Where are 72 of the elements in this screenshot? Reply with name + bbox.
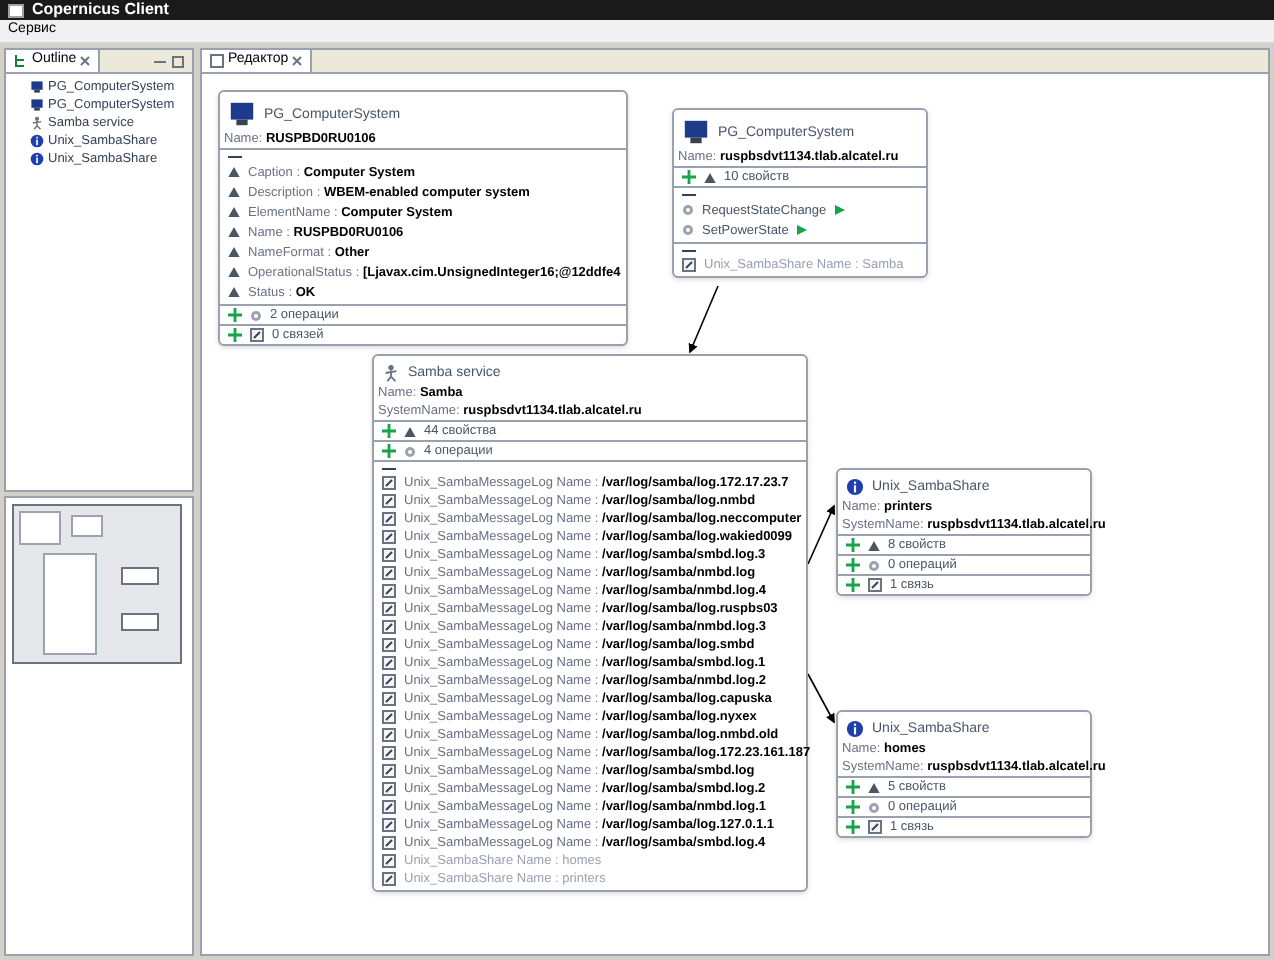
collapse-icon[interactable] (382, 465, 396, 471)
link-icon (382, 512, 396, 526)
link-icon (382, 656, 396, 670)
link-icon (382, 872, 396, 886)
figure-icon (30, 116, 44, 130)
play-icon[interactable] (796, 224, 809, 236)
link-icon (382, 602, 396, 616)
tree-icon (14, 54, 28, 68)
link-icon (382, 728, 396, 742)
computer-icon (682, 118, 710, 146)
connector-arrow[interactable] (807, 504, 836, 565)
computer-icon (30, 98, 44, 112)
link-icon (382, 638, 396, 652)
link-icon (382, 548, 396, 562)
link-icon (682, 258, 696, 272)
link-icon (382, 710, 396, 724)
expand-icon[interactable] (682, 170, 696, 184)
link-icon (382, 674, 396, 688)
expand-icon[interactable] (382, 424, 396, 438)
window-icon (8, 3, 24, 17)
expand-icon[interactable] (846, 820, 860, 834)
connector-arrow[interactable] (807, 673, 835, 724)
link-icon (382, 836, 396, 850)
expand-icon[interactable] (846, 780, 860, 794)
triangle-icon (868, 781, 880, 793)
expand-icon[interactable] (846, 800, 860, 814)
gear-icon (250, 309, 262, 321)
minimize-icon[interactable] (154, 55, 166, 67)
link-icon (382, 584, 396, 598)
collapse-icon[interactable] (682, 247, 696, 253)
window-title: Copernicus Client (32, 0, 169, 20)
link-icon (382, 566, 396, 580)
expand-icon[interactable] (228, 328, 242, 342)
link-icon (382, 494, 396, 508)
play-icon[interactable] (834, 204, 847, 216)
maximize-icon[interactable] (172, 55, 184, 67)
computer-icon (30, 80, 44, 94)
info-icon (846, 720, 864, 738)
triangle-icon (704, 171, 716, 183)
triangle-icon (404, 425, 416, 437)
connector-arrow[interactable] (688, 285, 719, 354)
computer-icon (228, 100, 256, 128)
collapse-icon[interactable] (228, 153, 242, 159)
document-icon (210, 54, 224, 68)
info-icon (846, 478, 864, 496)
expand-icon[interactable] (228, 308, 242, 322)
node-card[interactable] (218, 90, 628, 346)
info-icon (30, 152, 44, 166)
figure-icon (382, 364, 400, 382)
close-icon[interactable] (292, 56, 303, 66)
link-icon (382, 764, 396, 778)
link-icon (382, 782, 396, 796)
diagram-overview-drawing[interactable] (12, 504, 182, 664)
close-icon[interactable] (80, 56, 91, 66)
node-card[interactable] (372, 354, 808, 892)
triangle-icon (868, 539, 880, 551)
gear-icon (404, 445, 416, 457)
link-icon (382, 800, 396, 814)
link-icon (382, 854, 396, 868)
link-icon (382, 692, 396, 706)
expand-icon[interactable] (846, 558, 860, 572)
link-icon (382, 818, 396, 832)
expand-icon[interactable] (846, 578, 860, 592)
expand-icon[interactable] (382, 444, 396, 458)
collapse-icon[interactable] (682, 191, 696, 197)
link-icon (250, 328, 264, 342)
link-icon (382, 620, 396, 634)
expand-icon[interactable] (846, 538, 860, 552)
link-icon (382, 476, 396, 490)
link-icon (382, 530, 396, 544)
link-icon (382, 746, 396, 760)
info-icon (30, 134, 44, 148)
